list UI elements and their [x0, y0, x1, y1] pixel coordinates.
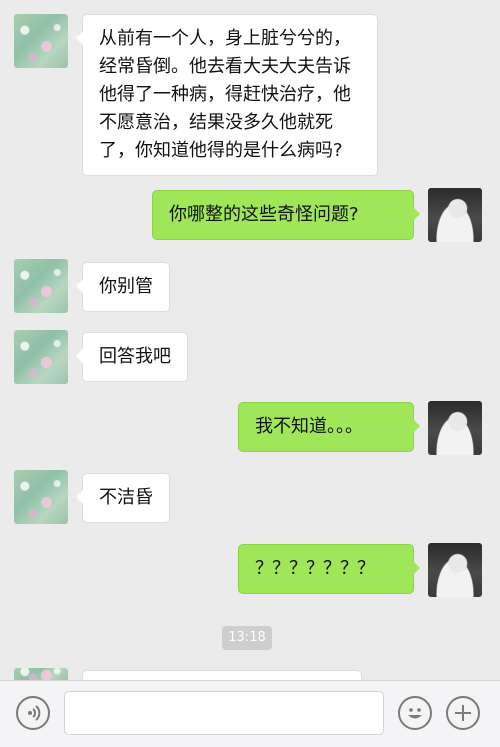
plus-icon [455, 705, 471, 721]
contact-avatar[interactable] [14, 668, 68, 680]
contact-avatar[interactable] [14, 14, 68, 68]
voice-icon [28, 705, 41, 721]
message-input[interactable] [64, 691, 384, 735]
voice-button[interactable] [16, 696, 50, 730]
chat-area[interactable]: 从前有一个人，身上脏兮兮的，经常昏倒。他去看大夫大夫告诉他得了一种病，得赶快治疗… [0, 0, 500, 680]
outgoing-message[interactable]: 我不知道。。。 [238, 402, 420, 452]
input-bar [0, 680, 500, 747]
incoming-message-partial[interactable] [82, 670, 362, 680]
user-avatar[interactable] [428, 401, 482, 455]
outgoing-message[interactable]: ？？？？？？？ [238, 544, 420, 594]
incoming-message[interactable]: 从前有一个人，身上脏兮兮的，经常昏倒。他去看大夫大夫告诉他得了一种病，得赶快治疗… [76, 14, 378, 176]
contact-avatar[interactable] [14, 470, 68, 524]
user-avatar[interactable] [428, 543, 482, 597]
emoji-button[interactable] [398, 696, 432, 730]
outgoing-message[interactable]: 你哪整的这些奇怪问题? [152, 190, 420, 240]
incoming-message[interactable]: 你别管 [76, 262, 170, 312]
contact-avatar[interactable] [14, 259, 68, 313]
user-avatar[interactable] [428, 188, 482, 242]
contact-avatar[interactable] [14, 330, 68, 384]
add-button[interactable] [446, 696, 480, 730]
incoming-message[interactable]: 不洁昏 [76, 473, 170, 523]
incoming-message[interactable]: 回答我吧 [76, 332, 188, 382]
emoji-icon [408, 708, 422, 719]
message-timestamp: 13:18 [222, 626, 272, 650]
